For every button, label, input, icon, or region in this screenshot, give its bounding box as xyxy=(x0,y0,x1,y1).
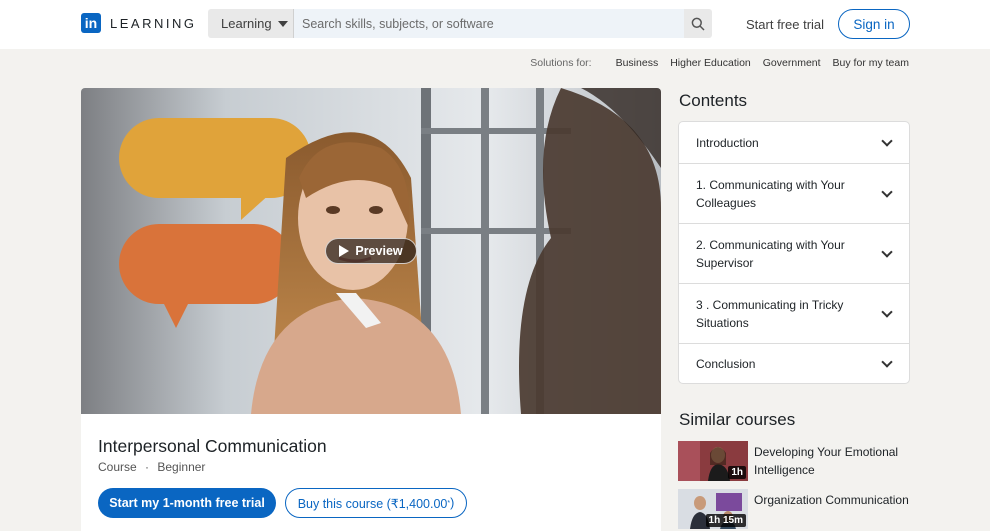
play-icon xyxy=(339,245,350,257)
chapter-title: Introduction xyxy=(696,135,759,150)
chevron-down-icon xyxy=(881,305,893,318)
similar-course-title: Developing Your Emotional Intelligence xyxy=(754,445,899,477)
top-header: in LEARNING Learning Start free trial Si… xyxy=(0,0,990,49)
meta-separator: · xyxy=(145,460,150,474)
contents-accordion: Introduction 1. Communicating with Your … xyxy=(678,121,910,384)
chevron-down-icon xyxy=(881,245,893,258)
duration-badge: 1h 15m xyxy=(705,514,746,527)
subnav-business[interactable]: Business xyxy=(616,57,659,69)
course-hero-image[interactable]: Preview xyxy=(81,88,661,414)
subnav-higher-education[interactable]: Higher Education xyxy=(670,57,751,69)
logo-text: LEARNING xyxy=(110,15,197,31)
similar-course-item[interactable]: 1h 15m Organization Communication xyxy=(678,489,910,529)
preview-label: Preview xyxy=(355,244,403,258)
start-trial-button[interactable]: Start my 1-month free trial xyxy=(98,488,276,518)
course-type: Course xyxy=(98,460,137,474)
buy-course-button[interactable]: Buy this course (₹1,400.00 *) xyxy=(285,488,467,518)
similar-course-item[interactable]: 1h Developing Your Emotional Intelligenc… xyxy=(678,441,910,481)
contents-heading: Contents xyxy=(679,91,748,110)
chapter-title: 1. Communicating with Your Colleagues xyxy=(696,177,845,210)
search-category-dropdown[interactable]: Learning xyxy=(208,9,293,38)
chevron-down-icon xyxy=(881,134,893,147)
duration-badge: 1h xyxy=(728,466,746,479)
chapter-item[interactable]: 1. Communicating with Your Colleagues xyxy=(679,164,909,224)
search-category-label: Learning xyxy=(221,16,272,31)
course-level: Beginner xyxy=(157,460,206,474)
buy-course-label: Buy this course (₹1,400.00 xyxy=(297,496,448,511)
similar-course-title: Organization Communication xyxy=(754,493,909,507)
solutions-for-label: Solutions for: xyxy=(530,56,592,69)
chapter-title: 2. Communicating with Your Supervisor xyxy=(696,237,845,270)
caret-down-icon xyxy=(277,20,288,27)
chapter-item[interactable]: Introduction xyxy=(679,122,909,164)
chapter-title: 3 . Communicating in Tricky Situations xyxy=(696,297,844,330)
chevron-down-icon xyxy=(881,356,893,368)
course-title: Interpersonal Communication xyxy=(98,436,327,456)
sign-in-button[interactable]: Sign in xyxy=(838,9,910,39)
chapter-item[interactable]: 3 . Communicating in Tricky Situations xyxy=(679,284,909,344)
linkedin-logo-icon: in xyxy=(81,13,101,33)
subnav-government[interactable]: Government xyxy=(763,57,821,69)
course-thumbnail: 1h 15m xyxy=(678,489,748,529)
search-button[interactable] xyxy=(684,9,712,38)
chapter-title: Conclusion xyxy=(696,357,756,371)
chevron-down-icon xyxy=(881,185,893,198)
solutions-subnav: Solutions for: Business Higher Education… xyxy=(0,49,990,76)
chapter-item[interactable]: Conclusion xyxy=(679,344,909,383)
linkedin-learning-logo[interactable]: in LEARNING xyxy=(81,13,196,33)
search-input[interactable] xyxy=(293,9,684,38)
course-info-card: Interpersonal Communication Course · Beg… xyxy=(81,414,661,531)
start-free-trial-link[interactable]: Start free trial xyxy=(746,17,824,32)
chapter-item[interactable]: 2. Communicating with Your Supervisor xyxy=(679,224,909,284)
subnav-buy-for-team[interactable]: Buy for my team xyxy=(833,57,909,69)
search-icon xyxy=(691,17,705,31)
course-meta: Course · Beginner xyxy=(98,460,205,474)
buy-course-close: ) xyxy=(450,496,455,510)
search-bar: Learning xyxy=(208,9,712,38)
similar-courses-heading: Similar courses xyxy=(679,410,796,429)
preview-button[interactable]: Preview xyxy=(325,238,417,264)
course-thumbnail: 1h xyxy=(678,441,748,481)
